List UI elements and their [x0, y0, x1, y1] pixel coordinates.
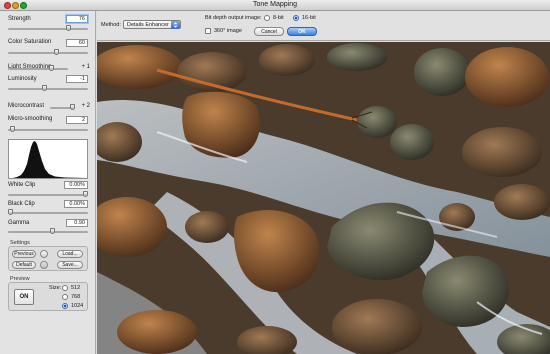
black-clip-label: Black Clip — [8, 201, 35, 207]
image-360-checkbox[interactable] — [205, 28, 211, 34]
size-512-radio[interactable] — [62, 285, 68, 291]
load-button[interactable]: Load... — [57, 250, 83, 258]
size-512-label: 512 — [71, 285, 81, 291]
microcontrast-value: + 2 — [81, 103, 90, 109]
preview-group: ON Size: 512 768 1024 — [8, 282, 88, 311]
title-bar: Tone Mapping — [0, 0, 550, 11]
size-768-label: 768 — [71, 294, 81, 300]
select-arrows-icon — [171, 21, 180, 29]
size-1024-radio[interactable] — [62, 303, 68, 309]
settings-sidebar: Strength 76 Color Saturation 60 Light Sm… — [0, 11, 96, 354]
micro-smoothing-slider-knob[interactable] — [9, 126, 15, 132]
bit-depth-label: Bit depth output image: — [205, 15, 262, 21]
black-clip-slider-knob[interactable] — [8, 209, 13, 215]
white-clip-field[interactable]: 0.00% — [64, 181, 88, 189]
white-clip-slider-knob[interactable] — [83, 191, 88, 197]
method-select-value: Details Enhancer — [127, 22, 169, 28]
size-1024-label: 1024 — [71, 303, 84, 309]
history-circle-button[interactable] — [40, 250, 48, 258]
luminosity-slider-knob[interactable] — [41, 85, 47, 91]
light-smoothing-value: + 1 — [81, 64, 90, 70]
creek-photo — [97, 42, 550, 354]
strength-field[interactable]: 76 — [66, 15, 88, 23]
color-saturation-slider-knob[interactable] — [53, 49, 59, 55]
histogram-graph — [9, 141, 87, 178]
save-button[interactable]: Save... — [57, 261, 83, 269]
black-clip-field[interactable]: 0.00% — [64, 200, 88, 208]
micro-smoothing-label: Micro-smoothing — [8, 116, 53, 122]
bit-8-label: 8-bit — [273, 15, 284, 21]
microcontrast-slider[interactable] — [50, 104, 75, 110]
luminosity-slider[interactable] — [8, 85, 88, 91]
light-smoothing-slider[interactable] — [8, 65, 68, 71]
default-button[interactable]: Default — [12, 261, 36, 269]
image-360-label: 360° image — [214, 28, 242, 34]
micro-smoothing-field[interactable]: 2 — [66, 116, 88, 124]
method-label: Method: — [101, 22, 121, 28]
cancel-button[interactable]: Cancel — [254, 27, 284, 36]
previous-button[interactable]: Previous — [12, 250, 36, 258]
settings-group: Previous Load... Default Save... — [8, 246, 88, 271]
window-title: Tone Mapping — [253, 1, 297, 8]
bit-16-radio[interactable] — [293, 15, 299, 21]
micro-smoothing-slider[interactable] — [8, 126, 88, 132]
gamma-slider[interactable] — [8, 228, 88, 234]
size-768-radio[interactable] — [62, 294, 68, 300]
white-clip-slider[interactable] — [8, 191, 88, 197]
ok-button[interactable]: OK — [287, 27, 317, 36]
gamma-label: Gamma — [8, 220, 30, 226]
preview-image[interactable] — [97, 42, 550, 354]
black-clip-slider[interactable] — [8, 209, 88, 215]
histogram — [8, 139, 88, 179]
luminosity-label: Luminosity — [8, 76, 37, 82]
luminosity-field[interactable]: -1 — [66, 75, 88, 83]
method-select[interactable]: Details Enhancer — [123, 20, 181, 29]
strength-slider[interactable] — [8, 25, 88, 31]
top-toolbar: Method: Details Enhancer Bit depth outpu… — [97, 11, 550, 41]
gamma-field[interactable]: 0.90 — [66, 219, 88, 227]
white-clip-label: White Clip — [8, 182, 36, 188]
strength-slider-knob[interactable] — [66, 25, 72, 31]
preview-size-label: Size: — [49, 285, 62, 291]
bit-8-radio[interactable] — [264, 15, 270, 21]
color-saturation-slider[interactable] — [8, 49, 88, 55]
bit-16-label: 16-bit — [302, 15, 316, 21]
strength-label: Strength — [8, 16, 31, 22]
microcontrast-label: Microcontrast — [8, 103, 45, 109]
microcontrast-slider-knob[interactable] — [70, 104, 75, 110]
reset-circle-button[interactable] — [40, 261, 48, 269]
color-saturation-label: Color Saturation — [8, 39, 52, 45]
gamma-slider-knob[interactable] — [49, 228, 55, 234]
preview-on-button[interactable]: ON — [14, 289, 34, 305]
light-smoothing-slider-knob[interactable] — [48, 65, 54, 71]
color-saturation-field[interactable]: 60 — [66, 39, 88, 47]
